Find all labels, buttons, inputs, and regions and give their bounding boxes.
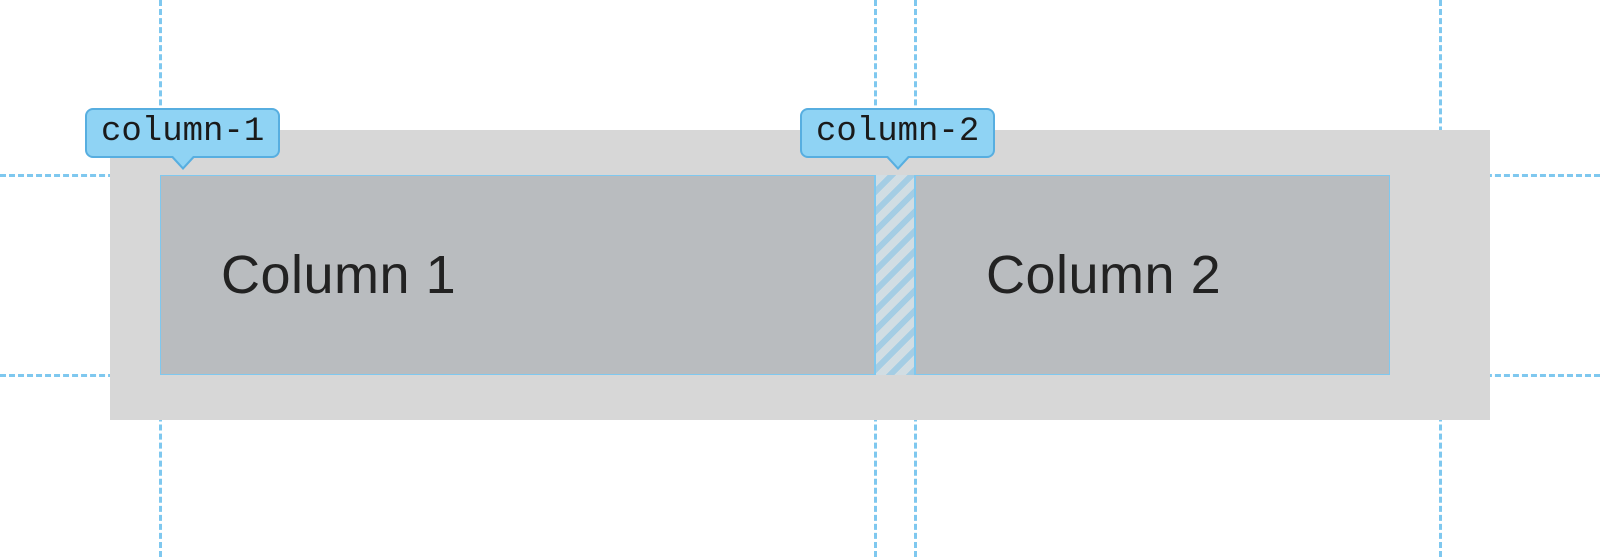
grid-track-badge-column-2[interactable]: column-2 — [800, 108, 995, 158]
grid-container: Column 1 Column 2 — [110, 130, 1490, 420]
grid-track-badge-column-1[interactable]: column-1 — [85, 108, 280, 158]
grid-cell-column-1: Column 1 — [160, 175, 875, 375]
grid-cell-column-2: Column 2 — [915, 175, 1390, 375]
cell-label: Column 1 — [161, 244, 456, 306]
cell-label: Column 2 — [916, 244, 1221, 306]
badge-label: column-2 — [816, 113, 979, 151]
badge-label: column-1 — [101, 113, 264, 151]
